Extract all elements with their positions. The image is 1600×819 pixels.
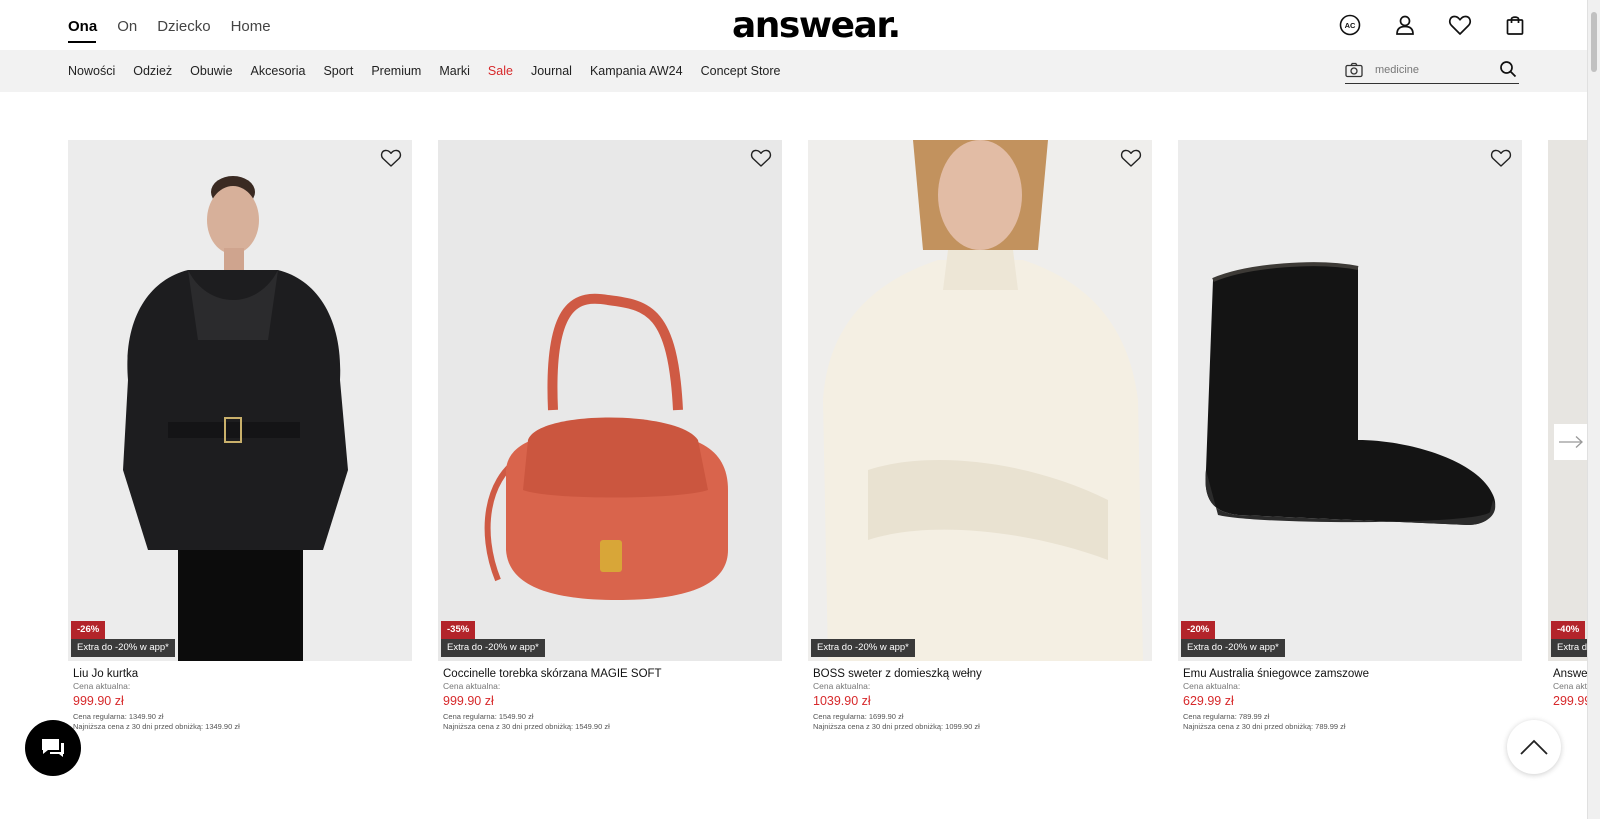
discount-badge: -26%	[71, 621, 106, 639]
product-name[interactable]: Emu Australia śniegowce zamszowe	[1183, 667, 1522, 681]
category-sale[interactable]: Sale	[488, 63, 513, 79]
carousel-next-button[interactable]	[1554, 424, 1588, 460]
category-bar: Nowości Odzież Obuwie Akcesoria Sport Pr…	[0, 50, 1587, 92]
answear-logo[interactable]: answear.	[732, 6, 901, 46]
product-card[interactable]: Extra do -20% w app* BOSS sweter z domie…	[808, 140, 1152, 732]
bag-icon[interactable]	[1503, 13, 1527, 37]
regular-price: Cena regularna: 789.99 zł	[1183, 712, 1270, 721]
sweater-photo	[808, 140, 1152, 661]
product-name[interactable]: Coccinelle torebka skórzana MAGIE SOFT	[443, 667, 782, 681]
jacket-photo	[68, 140, 412, 661]
product-name[interactable]: Answear	[1553, 667, 1587, 681]
top-header: Ona On Dziecko Home answear. AC	[0, 0, 1587, 50]
product-image[interactable]: Extra do -20% w app*	[808, 140, 1152, 661]
category-obuwie[interactable]: Obuwie	[190, 63, 232, 79]
arrow-right-icon	[1559, 436, 1583, 448]
category-concept-store[interactable]: Concept Store	[701, 63, 781, 79]
regular-price: Cena regularna: 1549.90 zł	[443, 712, 534, 721]
lowest-price: Najniższa cena z 30 dni przed obniżką: 1…	[813, 722, 980, 731]
heart-icon[interactable]	[1448, 13, 1472, 37]
tab-home[interactable]: Home	[231, 17, 271, 37]
category-nowosci[interactable]: Nowości	[68, 63, 115, 79]
product-carousel: -26% Extra do -20% w app* Liu Jo kurtka …	[68, 140, 1587, 740]
app-promo-badge: Extra do -20% w app*	[1551, 639, 1587, 657]
tab-ona[interactable]: Ona	[68, 17, 97, 37]
product-image[interactable]: -35% Extra do -20% w app*	[438, 140, 782, 661]
app-promo-badge: Extra do -20% w app*	[1181, 639, 1285, 657]
product-price: 999.90 zł	[73, 694, 124, 708]
category-sport[interactable]: Sport	[323, 63, 353, 79]
search-bar	[1345, 58, 1519, 84]
scroll-to-top-button[interactable]	[1507, 720, 1561, 774]
category-marki[interactable]: Marki	[439, 63, 470, 79]
product-price: 299.99	[1553, 694, 1587, 708]
boot-photo	[1178, 140, 1522, 661]
chat-button[interactable]	[25, 720, 81, 776]
accessibility-label: AC	[1345, 21, 1356, 30]
product-name[interactable]: BOSS sweter z domieszką wełny	[813, 667, 1152, 681]
product-card[interactable]: -20% Extra do -20% w app* Emu Australia …	[1178, 140, 1522, 732]
search-icon[interactable]	[1499, 60, 1517, 78]
active-tab-underline	[68, 41, 96, 43]
heart-icon[interactable]	[1490, 148, 1512, 168]
camera-icon[interactable]	[1345, 62, 1363, 78]
regular-price: Cena regularna: 1699.90 zł	[813, 712, 904, 721]
product-image[interactable]: -20% Extra do -20% w app*	[1178, 140, 1522, 661]
discount-badge: -35%	[441, 621, 476, 639]
current-price-label: Cena aktualna:	[813, 681, 871, 691]
search-input[interactable]	[1375, 61, 1485, 79]
app-promo-badge: Extra do -20% w app*	[71, 639, 175, 657]
regular-price: Cena regularna: 1349.90 zł	[73, 712, 164, 721]
product-price: 629.99 zł	[1183, 694, 1234, 708]
chat-icon	[42, 739, 64, 757]
page-scrollbar[interactable]	[1587, 0, 1600, 819]
tab-dziecko[interactable]: Dziecko	[157, 17, 210, 37]
product-image[interactable]: -26% Extra do -20% w app*	[68, 140, 412, 661]
header-icons: AC	[1338, 13, 1558, 37]
category-premium[interactable]: Premium	[371, 63, 421, 79]
product-photo	[1548, 140, 1587, 661]
category-nav: Nowości Odzież Obuwie Akcesoria Sport Pr…	[68, 63, 799, 79]
user-icon[interactable]	[1393, 13, 1417, 37]
product-image[interactable]: -40% Extra do -20% w app*	[1548, 140, 1587, 661]
category-odziez[interactable]: Odzież	[133, 63, 172, 79]
discount-badge: -20%	[1181, 621, 1216, 639]
current-price-label: Cena aktualna:	[443, 681, 501, 691]
product-card[interactable]: -35% Extra do -20% w app* Coccinelle tor…	[438, 140, 782, 732]
product-name[interactable]: Liu Jo kurtka	[73, 667, 412, 681]
app-promo-badge: Extra do -20% w app*	[811, 639, 915, 657]
category-akcesoria[interactable]: Akcesoria	[251, 63, 306, 79]
current-price-label: Cena aktualna:	[1183, 681, 1241, 691]
heart-icon[interactable]	[380, 148, 402, 168]
product-price: 999.90 zł	[443, 694, 494, 708]
chevron-up-icon	[1520, 739, 1548, 755]
current-price-label: Cena aktualna:	[1553, 681, 1587, 691]
heart-icon[interactable]	[1120, 148, 1142, 168]
category-kampania[interactable]: Kampania AW24	[590, 63, 683, 79]
product-price: 1039.90 zł	[813, 694, 871, 708]
lowest-price: Najniższa cena z 30 dni przed obniżką: 1…	[73, 722, 240, 731]
lowest-price: Najniższa cena z 30 dni przed obniżką: 7…	[1183, 722, 1346, 731]
discount-badge: -40%	[1551, 621, 1586, 639]
current-price-label: Cena aktualna:	[73, 681, 131, 691]
lowest-price: Najniższa cena z 30 dni przed obniżką: 1…	[443, 722, 610, 731]
category-journal[interactable]: Journal	[531, 63, 572, 79]
heart-icon[interactable]	[750, 148, 772, 168]
tab-on[interactable]: On	[117, 17, 137, 37]
gender-nav: Ona On Dziecko Home	[68, 17, 291, 37]
scrollbar-thumb[interactable]	[1591, 12, 1597, 72]
accessibility-icon[interactable]: AC	[1338, 13, 1362, 37]
handbag-photo	[438, 140, 782, 661]
app-promo-badge: Extra do -20% w app*	[441, 639, 545, 657]
product-card[interactable]: -26% Extra do -20% w app* Liu Jo kurtka …	[68, 140, 412, 732]
